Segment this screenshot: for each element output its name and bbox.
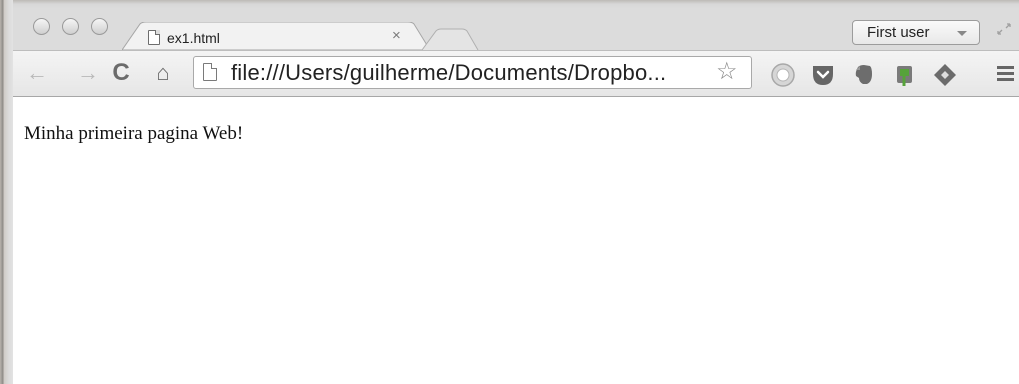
window-frame-top bbox=[0, 0, 1019, 9]
profile-label: First user bbox=[867, 24, 930, 41]
window-zoom-button[interactable] bbox=[91, 18, 108, 35]
back-button[interactable]: ← bbox=[24, 60, 50, 86]
page-body-text: Minha primeira pagina Web! bbox=[24, 123, 244, 144]
adblock-icon[interactable] bbox=[770, 62, 796, 88]
home-button[interactable]: ⌂ bbox=[148, 60, 178, 86]
evernote-icon[interactable] bbox=[852, 62, 876, 88]
hamburger-menu-icon[interactable] bbox=[996, 62, 1016, 84]
bookmark-star-icon[interactable]: ☆ bbox=[716, 59, 738, 85]
clip-icon[interactable] bbox=[893, 62, 917, 88]
reload-button[interactable]: C bbox=[106, 60, 136, 86]
profile-button[interactable]: First user bbox=[852, 20, 980, 45]
window-minimize-button[interactable] bbox=[62, 18, 79, 35]
fullscreen-icon[interactable] bbox=[996, 22, 1012, 36]
page-icon bbox=[203, 63, 217, 81]
new-tab-button bbox=[421, 28, 479, 50]
tab-title[interactable]: ex1.html bbox=[167, 30, 220, 46]
page-icon bbox=[148, 30, 160, 45]
forward-button[interactable]: → bbox=[75, 60, 101, 86]
url-text[interactable]: file:///Users/guilherme/Documents/Dropbo… bbox=[231, 60, 666, 86]
tab-close-button[interactable]: × bbox=[392, 27, 401, 44]
caret-down-icon bbox=[957, 31, 967, 36]
pocket-icon[interactable] bbox=[810, 62, 836, 88]
window-close-button[interactable] bbox=[33, 18, 50, 35]
window-frame-left bbox=[0, 0, 13, 384]
feedly-icon[interactable] bbox=[932, 62, 958, 88]
